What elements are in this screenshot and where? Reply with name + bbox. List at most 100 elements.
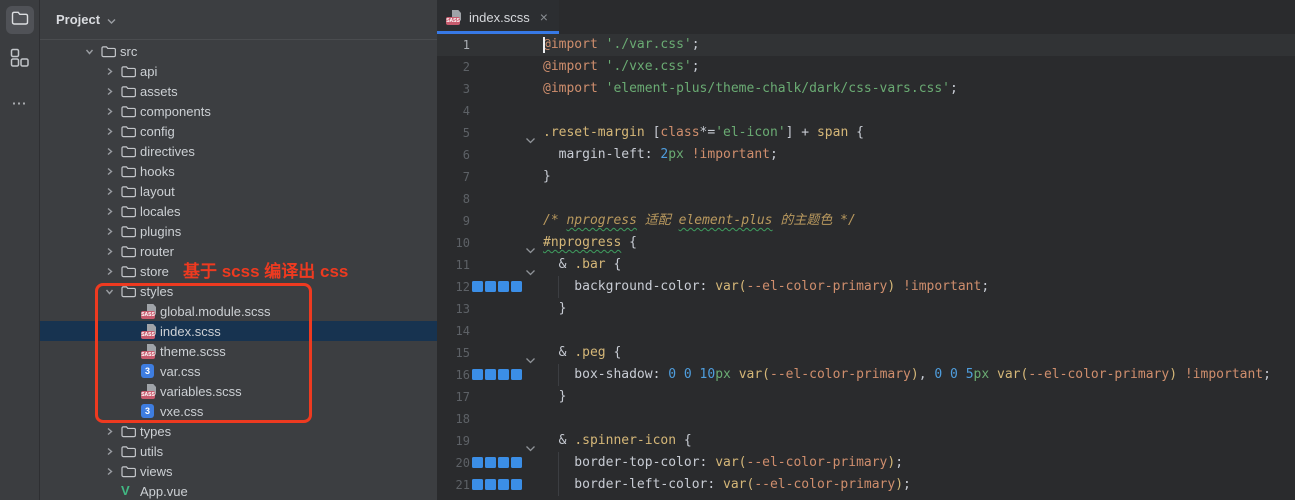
color-preview-swatches[interactable]: [472, 479, 522, 490]
editor: SASS index.scss × 1@import './var.css';2…: [437, 0, 1295, 500]
color-swatch-icon[interactable]: [485, 369, 496, 380]
code-line-14[interactable]: 14: [437, 320, 1295, 342]
chevron-right-icon[interactable]: [105, 147, 121, 156]
tree-item-hooks[interactable]: hooks: [40, 161, 437, 181]
code-line-13[interactable]: 13 }: [437, 298, 1295, 320]
code-line-3[interactable]: 3@import 'element-plus/theme-chalk/dark/…: [437, 78, 1295, 100]
tree-item-label: config: [140, 124, 175, 139]
code-line-9[interactable]: 9/* nprogress 适配 element-plus 的主题色 */: [437, 210, 1295, 232]
line-number: 7: [437, 166, 470, 188]
chevron-down-icon[interactable]: [85, 47, 101, 56]
tree-item-config[interactable]: config: [40, 121, 437, 141]
tree-item-src[interactable]: src: [40, 41, 437, 61]
project-panel-header[interactable]: Project: [40, 0, 437, 40]
code-line-16[interactable]: 16 box-shadow: 0 0 10px var(--el-color-p…: [437, 364, 1295, 386]
code-line-4[interactable]: 4: [437, 100, 1295, 122]
code-line-8[interactable]: 8: [437, 188, 1295, 210]
code-line-2[interactable]: 2@import './vxe.css';: [437, 56, 1295, 78]
chevron-right-icon[interactable]: [105, 167, 121, 176]
color-swatch-icon[interactable]: [511, 479, 522, 490]
tree-item-utils[interactable]: utils: [40, 441, 437, 461]
tree-item-index-scss[interactable]: SASSindex.scss: [40, 321, 437, 341]
color-preview-swatches[interactable]: [472, 281, 522, 292]
more-tool-windows-button[interactable]: ⋯: [6, 86, 34, 114]
chevron-down-icon[interactable]: [105, 287, 121, 296]
chevron-right-icon[interactable]: [105, 87, 121, 96]
code-line-15[interactable]: 15 & .peg {: [437, 342, 1295, 364]
tree-item-label: components: [140, 104, 211, 119]
color-swatch-icon[interactable]: [511, 457, 522, 468]
folder-icon: [101, 45, 120, 58]
tree-item-layout[interactable]: layout: [40, 181, 437, 201]
color-swatch-icon[interactable]: [511, 281, 522, 292]
color-swatch-icon[interactable]: [472, 457, 483, 468]
tree-item-theme-scss[interactable]: SASStheme.scss: [40, 341, 437, 361]
code-line-12[interactable]: 12 background-color: var(--el-color-prim…: [437, 276, 1295, 298]
code-line-11[interactable]: 11 & .bar {: [437, 254, 1295, 276]
color-swatch-icon[interactable]: [498, 457, 509, 468]
tree-item-vxe-css[interactable]: 3vxe.css: [40, 401, 437, 421]
color-preview-swatches[interactable]: [472, 369, 522, 380]
tree-item-styles[interactable]: styles: [40, 281, 437, 301]
code-line-18[interactable]: 18: [437, 408, 1295, 430]
code-line-6[interactable]: 6 margin-left: 2px !important;: [437, 144, 1295, 166]
color-swatch-icon[interactable]: [485, 281, 496, 292]
code-line-21[interactable]: 21 border-left-color: var(--el-color-pri…: [437, 474, 1295, 496]
color-swatch-icon[interactable]: [511, 369, 522, 380]
indent-guide: [558, 474, 559, 496]
color-swatch-icon[interactable]: [472, 281, 483, 292]
chevron-right-icon[interactable]: [105, 447, 121, 456]
text-caret: [543, 37, 545, 53]
activity-bar: ⋯: [0, 0, 40, 500]
css-file-icon: 3: [141, 364, 160, 378]
modules-tool-window-button[interactable]: [6, 46, 34, 74]
tree-item-label: var.css: [160, 364, 200, 379]
code-text: }: [543, 386, 566, 408]
code-line-7[interactable]: 7}: [437, 166, 1295, 188]
chevron-right-icon[interactable]: [105, 127, 121, 136]
color-swatch-icon[interactable]: [498, 479, 509, 490]
chevron-right-icon[interactable]: [105, 67, 121, 76]
tree-item-locales[interactable]: locales: [40, 201, 437, 221]
code-editor-area[interactable]: 1@import './var.css';2@import './vxe.css…: [437, 34, 1295, 500]
tab-close-icon[interactable]: ×: [540, 10, 548, 24]
color-swatch-icon[interactable]: [472, 369, 483, 380]
chevron-right-icon[interactable]: [105, 467, 121, 476]
tree-item-variables-scss[interactable]: SASSvariables.scss: [40, 381, 437, 401]
color-swatch-icon[interactable]: [472, 479, 483, 490]
chevron-right-icon[interactable]: [105, 107, 121, 116]
chevron-right-icon[interactable]: [105, 267, 121, 276]
code-line-19[interactable]: 19 & .spinner-icon {: [437, 430, 1295, 452]
code-line-5[interactable]: 5.reset-margin [class*='el-icon'] + span…: [437, 122, 1295, 144]
chevron-right-icon[interactable]: [105, 247, 121, 256]
tree-item-app-vue[interactable]: VApp.vue: [40, 481, 437, 500]
color-swatch-icon[interactable]: [498, 369, 509, 380]
tree-item-views[interactable]: views: [40, 461, 437, 481]
tree-item-components[interactable]: components: [40, 101, 437, 121]
code-line-10[interactable]: 10#nprogress {: [437, 232, 1295, 254]
color-swatch-icon[interactable]: [498, 281, 509, 292]
tree-item-types[interactable]: types: [40, 421, 437, 441]
tree-item-global-module-scss[interactable]: SASSglobal.module.scss: [40, 301, 437, 321]
ide-window: ⋯ Project srcapiassets components config di…: [0, 0, 1295, 500]
project-tool-window-button[interactable]: [6, 6, 34, 34]
color-preview-swatches[interactable]: [472, 457, 522, 468]
tree-item-var-css[interactable]: 3var.css: [40, 361, 437, 381]
code-line-1[interactable]: 1@import './var.css';: [437, 34, 1295, 56]
tree-item-assets[interactable]: assets: [40, 81, 437, 101]
chevron-right-icon[interactable]: [105, 427, 121, 436]
tree-item-directives[interactable]: directives: [40, 141, 437, 161]
folder-icon: [121, 445, 140, 458]
color-swatch-icon[interactable]: [485, 479, 496, 490]
tree-item-plugins[interactable]: plugins: [40, 221, 437, 241]
tree-item-store[interactable]: store: [40, 261, 437, 281]
chevron-right-icon[interactable]: [105, 207, 121, 216]
tree-item-api[interactable]: api: [40, 61, 437, 81]
color-swatch-icon[interactable]: [485, 457, 496, 468]
code-line-20[interactable]: 20 border-top-color: var(--el-color-prim…: [437, 452, 1295, 474]
tree-item-router[interactable]: router: [40, 241, 437, 261]
chevron-right-icon[interactable]: [105, 187, 121, 196]
editor-tab-index-scss[interactable]: SASS index.scss ×: [437, 0, 559, 34]
code-line-17[interactable]: 17 }: [437, 386, 1295, 408]
chevron-right-icon[interactable]: [105, 227, 121, 236]
